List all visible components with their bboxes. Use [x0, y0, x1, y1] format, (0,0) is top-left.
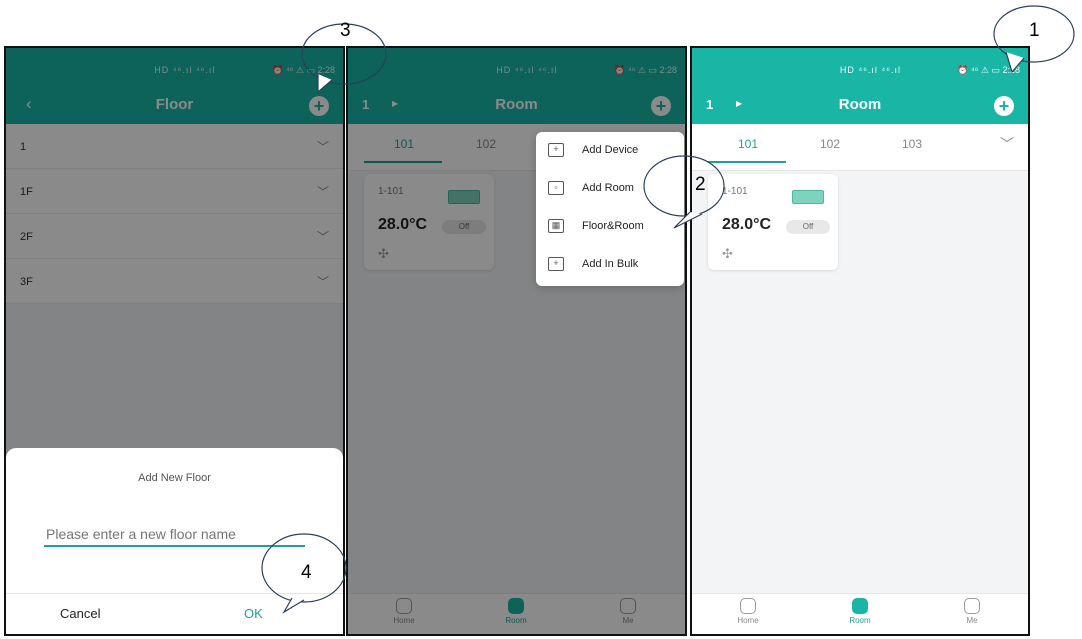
add-floor-dialog: Add New Floor Cancel OK: [6, 448, 343, 634]
add-menu: + Add Device ▫ Add Room ▦ Floor&Room + Add I…: [536, 132, 684, 286]
menu-label: Add Device: [582, 144, 639, 156]
device-name: 1-101: [722, 186, 748, 197]
floor-screen: HD ⁴⁶.ıl ⁴⁶.ıl ⏰ ⁴⁶ ⚠ ▭ 2:28 ‹ Floor + 1…: [4, 46, 345, 636]
building-icon: ▦: [548, 219, 564, 233]
menu-label: Add In Bulk: [582, 258, 639, 270]
nav-me-label: Me: [966, 616, 978, 625]
active-tab-indicator: [708, 161, 786, 163]
callout-number-2: 2: [695, 174, 706, 195]
signal-indicator: HD ⁴⁶.ıl ⁴⁶.ıl: [839, 65, 901, 75]
app-bar: 1 ▶ Room +: [692, 88, 1028, 124]
tab-room[interactable]: 101: [738, 137, 758, 151]
floor-name-input[interactable]: [44, 524, 305, 547]
nav-home-label: Home: [737, 616, 759, 625]
home-icon: [740, 598, 756, 614]
device-card[interactable]: 1-101 28.0°C Off ✣: [708, 174, 838, 270]
status-bar: HD ⁴⁶.ıl ⁴⁶.ıl ⏰ ⁴⁶ ⚠ ▭ 2:28: [692, 48, 1028, 88]
bottom-nav: Home Room Me: [692, 593, 1028, 634]
nav-me[interactable]: Me: [942, 598, 1002, 625]
page-title: Room: [838, 96, 882, 113]
ac-unit-icon: [792, 190, 824, 204]
callout-number-1: 1: [1029, 20, 1040, 41]
add-room-icon: ▫: [548, 181, 564, 195]
menu-label: Floor&Room: [582, 220, 644, 232]
room-screen: HD ⁴⁶.ıl ⁴⁶.ıl ⏰ ⁴⁶ ⚠ ▭ 2:28 1 ▶ Room + …: [690, 46, 1030, 636]
ok-button[interactable]: OK: [244, 606, 263, 621]
fan-icon: ✣: [722, 246, 733, 261]
callout-number-3: 3: [340, 20, 351, 41]
callout-number-4: 4: [301, 562, 312, 583]
room-tabs: 101 102 103 ﹀: [692, 124, 1028, 171]
chevron-down-icon[interactable]: ﹀: [1000, 134, 1014, 154]
nav-home[interactable]: Home: [718, 598, 778, 625]
add-device-icon: +: [548, 143, 564, 157]
tab-room[interactable]: 103: [902, 137, 922, 151]
bulk-add-icon: +: [548, 257, 564, 271]
menu-item-add-device[interactable]: + Add Device: [536, 132, 684, 170]
door-icon: [852, 598, 868, 614]
nav-room-label: Room: [849, 616, 871, 625]
device-temperature: 28.0°C: [722, 216, 772, 233]
cancel-button[interactable]: Cancel: [60, 606, 100, 621]
add-button[interactable]: +: [994, 96, 1014, 116]
dialog-buttons: Cancel OK: [6, 593, 343, 634]
power-toggle[interactable]: Off: [786, 220, 830, 234]
status-right: ⏰ ⁴⁶ ⚠ ▭ 2:28: [957, 65, 1020, 75]
user-icon: [964, 598, 980, 614]
menu-item-add-in-bulk[interactable]: + Add In Bulk: [536, 246, 684, 284]
menu-item-add-room[interactable]: ▫ Add Room: [536, 170, 684, 208]
dialog-title: Add New Floor: [138, 472, 211, 484]
nav-room[interactable]: Room: [830, 598, 890, 625]
menu-label: Add Room: [582, 182, 634, 194]
room-menu-screen: HD ⁴⁶.ıl ⁴⁶.ıl ⏰ ⁴⁶ ⚠ ▭ 2:28 1 ▶ Room + …: [346, 46, 687, 636]
menu-item-floor-room[interactable]: ▦ Floor&Room: [536, 208, 684, 246]
tab-room[interactable]: 102: [820, 137, 840, 151]
